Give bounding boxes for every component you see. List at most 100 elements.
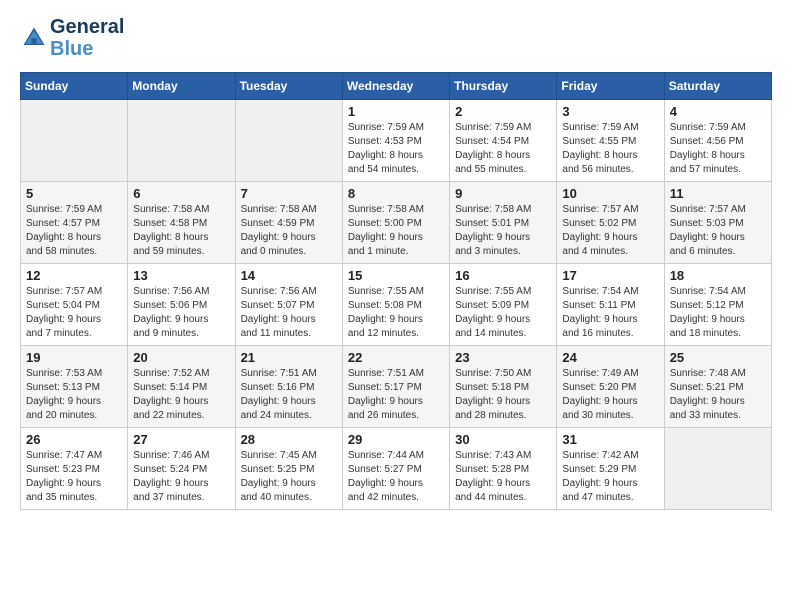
day-number: 20 xyxy=(133,350,229,365)
calendar-week-row: 19 Sunrise: 7:53 AM Sunset: 5:13 PM Dayli… xyxy=(21,346,772,428)
calendar-cell: 30Sunrise: 7:43 AM Sunset: 5:28 PM Dayli… xyxy=(450,428,557,510)
calendar-cell: 6 Sunrise: 7:58 AM Sunset: 4:58 PM Daylig… xyxy=(128,182,235,264)
day-info: Sunrise: 7:51 AM Sunset: 5:16 PM Dayligh… xyxy=(241,367,337,423)
calendar-cell: 20 Sunrise: 7:52 AM Sunset: 5:14 PM Dayli… xyxy=(128,346,235,428)
day-info: Sunrise: 7:47 AM Sunset: 5:23 PM Dayligh… xyxy=(26,449,122,505)
day-info: Sunrise: 7:58 AM Sunset: 4:58 PM Dayligh… xyxy=(133,203,229,259)
calendar-cell: 25 Sunrise: 7:48 AM Sunset: 5:21 PM Dayli… xyxy=(664,346,771,428)
calendar-table: SundayMondayTuesdayWednesdayThursdayFrid… xyxy=(20,72,772,510)
calendar-cell xyxy=(21,100,128,182)
day-number: 23 xyxy=(455,350,551,365)
calendar-cell: 24 Sunrise: 7:49 AM Sunset: 5:20 PM Dayli… xyxy=(557,346,664,428)
calendar-cell xyxy=(128,100,235,182)
day-info: Sunrise: 7:46 AM Sunset: 5:24 PM Dayligh… xyxy=(133,449,229,505)
day-of-week-header: Saturday xyxy=(664,73,771,100)
day-info: Sunrise: 7:45 AM Sunset: 5:25 PM Dayligh… xyxy=(241,449,337,505)
calendar-cell: 17 Sunrise: 7:54 AM Sunset: 5:11 PM Dayli… xyxy=(557,264,664,346)
day-info: Sunrise: 7:44 AM Sunset: 5:27 PM Dayligh… xyxy=(348,449,444,505)
day-info: Sunrise: 7:57 AM Sunset: 5:02 PM Dayligh… xyxy=(562,203,658,259)
calendar-cell: 9 Sunrise: 7:58 AM Sunset: 5:01 PM Daylig… xyxy=(450,182,557,264)
day-number: 26 xyxy=(26,432,122,447)
day-of-week-header: Monday xyxy=(128,73,235,100)
day-number: 8 xyxy=(348,186,444,201)
calendar-week-row: 12 Sunrise: 7:57 AM Sunset: 5:04 PM Dayli… xyxy=(21,264,772,346)
day-number: 28 xyxy=(241,432,337,447)
header: General Blue xyxy=(20,16,772,60)
day-info: Sunrise: 7:58 AM Sunset: 4:59 PM Dayligh… xyxy=(241,203,337,259)
header-row: SundayMondayTuesdayWednesdayThursdayFrid… xyxy=(21,73,772,100)
day-info: Sunrise: 7:57 AM Sunset: 5:03 PM Dayligh… xyxy=(670,203,766,259)
day-info: Sunrise: 7:59 AM Sunset: 4:56 PM Dayligh… xyxy=(670,121,766,177)
calendar-cell: 13 Sunrise: 7:56 AM Sunset: 5:06 PM Dayli… xyxy=(128,264,235,346)
day-number: 18 xyxy=(670,268,766,283)
page: General Blue SundayMondayTuesdayWednesda… xyxy=(0,0,792,526)
day-info: Sunrise: 7:58 AM Sunset: 5:00 PM Dayligh… xyxy=(348,203,444,259)
day-number: 17 xyxy=(562,268,658,283)
day-info: Sunrise: 7:55 AM Sunset: 5:09 PM Dayligh… xyxy=(455,285,551,341)
logo: General Blue xyxy=(20,16,124,60)
day-number: 6 xyxy=(133,186,229,201)
calendar-cell: 28 Sunrise: 7:45 AM Sunset: 5:25 PM Dayli… xyxy=(235,428,342,510)
calendar-cell: 21 Sunrise: 7:51 AM Sunset: 5:16 PM Dayli… xyxy=(235,346,342,428)
calendar-cell: 16 Sunrise: 7:55 AM Sunset: 5:09 PM Dayli… xyxy=(450,264,557,346)
calendar-cell: 4 Sunrise: 7:59 AM Sunset: 4:56 PM Daylig… xyxy=(664,100,771,182)
calendar-cell: 27 Sunrise: 7:46 AM Sunset: 5:24 PM Dayli… xyxy=(128,428,235,510)
day-number: 29 xyxy=(348,432,444,447)
day-of-week-header: Wednesday xyxy=(342,73,449,100)
day-number: 31 xyxy=(562,432,658,447)
day-number: 12 xyxy=(26,268,122,283)
day-number: 5 xyxy=(26,186,122,201)
calendar-cell: 26 Sunrise: 7:47 AM Sunset: 5:23 PM Dayli… xyxy=(21,428,128,510)
calendar-cell: 15 Sunrise: 7:55 AM Sunset: 5:08 PM Dayli… xyxy=(342,264,449,346)
day-of-week-header: Tuesday xyxy=(235,73,342,100)
day-info: Sunrise: 7:56 AM Sunset: 5:06 PM Dayligh… xyxy=(133,285,229,341)
day-info: Sunrise: 7:59 AM Sunset: 4:57 PM Dayligh… xyxy=(26,203,122,259)
day-info: Sunrise: 7:54 AM Sunset: 5:11 PM Dayligh… xyxy=(562,285,658,341)
day-number: 21 xyxy=(241,350,337,365)
calendar-cell: 2 Sunrise: 7:59 AM Sunset: 4:54 PM Daylig… xyxy=(450,100,557,182)
calendar-cell: 31 Sunrise: 7:42 AM Sunset: 5:29 PM Dayli… xyxy=(557,428,664,510)
day-number: 19 xyxy=(26,350,122,365)
day-info: Sunrise: 7:56 AM Sunset: 5:07 PM Dayligh… xyxy=(241,285,337,341)
day-info: Sunrise: 7:57 AM Sunset: 5:04 PM Dayligh… xyxy=(26,285,122,341)
day-number: 15 xyxy=(348,268,444,283)
calendar-cell xyxy=(664,428,771,510)
calendar-cell: 10Sunrise: 7:57 AM Sunset: 5:02 PM Dayli… xyxy=(557,182,664,264)
calendar-cell: 12 Sunrise: 7:57 AM Sunset: 5:04 PM Dayli… xyxy=(21,264,128,346)
day-info: Sunrise: 7:52 AM Sunset: 5:14 PM Dayligh… xyxy=(133,367,229,423)
day-info: Sunrise: 7:59 AM Sunset: 4:55 PM Dayligh… xyxy=(562,121,658,177)
calendar-cell: 7Sunrise: 7:58 AM Sunset: 4:59 PM Daylig… xyxy=(235,182,342,264)
day-number: 24 xyxy=(562,350,658,365)
logo-text: General Blue xyxy=(50,16,124,60)
calendar-cell: 14 Sunrise: 7:56 AM Sunset: 5:07 PM Dayli… xyxy=(235,264,342,346)
day-info: Sunrise: 7:54 AM Sunset: 5:12 PM Dayligh… xyxy=(670,285,766,341)
calendar-cell: 29 Sunrise: 7:44 AM Sunset: 5:27 PM Dayli… xyxy=(342,428,449,510)
day-number: 14 xyxy=(241,268,337,283)
day-number: 25 xyxy=(670,350,766,365)
day-number: 9 xyxy=(455,186,551,201)
day-info: Sunrise: 7:48 AM Sunset: 5:21 PM Dayligh… xyxy=(670,367,766,423)
calendar-cell: 5 Sunrise: 7:59 AM Sunset: 4:57 PM Daylig… xyxy=(21,182,128,264)
day-info: Sunrise: 7:42 AM Sunset: 5:29 PM Dayligh… xyxy=(562,449,658,505)
day-info: Sunrise: 7:59 AM Sunset: 4:54 PM Dayligh… xyxy=(455,121,551,177)
calendar-cell: 18 Sunrise: 7:54 AM Sunset: 5:12 PM Dayli… xyxy=(664,264,771,346)
day-number: 16 xyxy=(455,268,551,283)
day-number: 22 xyxy=(348,350,444,365)
day-number: 3 xyxy=(562,104,658,119)
day-number: 27 xyxy=(133,432,229,447)
day-number: 4 xyxy=(670,104,766,119)
day-info: Sunrise: 7:49 AM Sunset: 5:20 PM Dayligh… xyxy=(562,367,658,423)
day-number: 1 xyxy=(348,104,444,119)
day-info: Sunrise: 7:53 AM Sunset: 5:13 PM Dayligh… xyxy=(26,367,122,423)
day-number: 13 xyxy=(133,268,229,283)
day-info: Sunrise: 7:51 AM Sunset: 5:17 PM Dayligh… xyxy=(348,367,444,423)
calendar-week-row: 26 Sunrise: 7:47 AM Sunset: 5:23 PM Dayli… xyxy=(21,428,772,510)
calendar-cell: 1Sunrise: 7:59 AM Sunset: 4:53 PM Daylig… xyxy=(342,100,449,182)
calendar-week-row: 5 Sunrise: 7:59 AM Sunset: 4:57 PM Daylig… xyxy=(21,182,772,264)
day-info: Sunrise: 7:58 AM Sunset: 5:01 PM Dayligh… xyxy=(455,203,551,259)
calendar-cell: 23Sunrise: 7:50 AM Sunset: 5:18 PM Dayli… xyxy=(450,346,557,428)
day-info: Sunrise: 7:55 AM Sunset: 5:08 PM Dayligh… xyxy=(348,285,444,341)
calendar-cell: 11Sunrise: 7:57 AM Sunset: 5:03 PM Dayli… xyxy=(664,182,771,264)
day-info: Sunrise: 7:43 AM Sunset: 5:28 PM Dayligh… xyxy=(455,449,551,505)
day-number: 2 xyxy=(455,104,551,119)
